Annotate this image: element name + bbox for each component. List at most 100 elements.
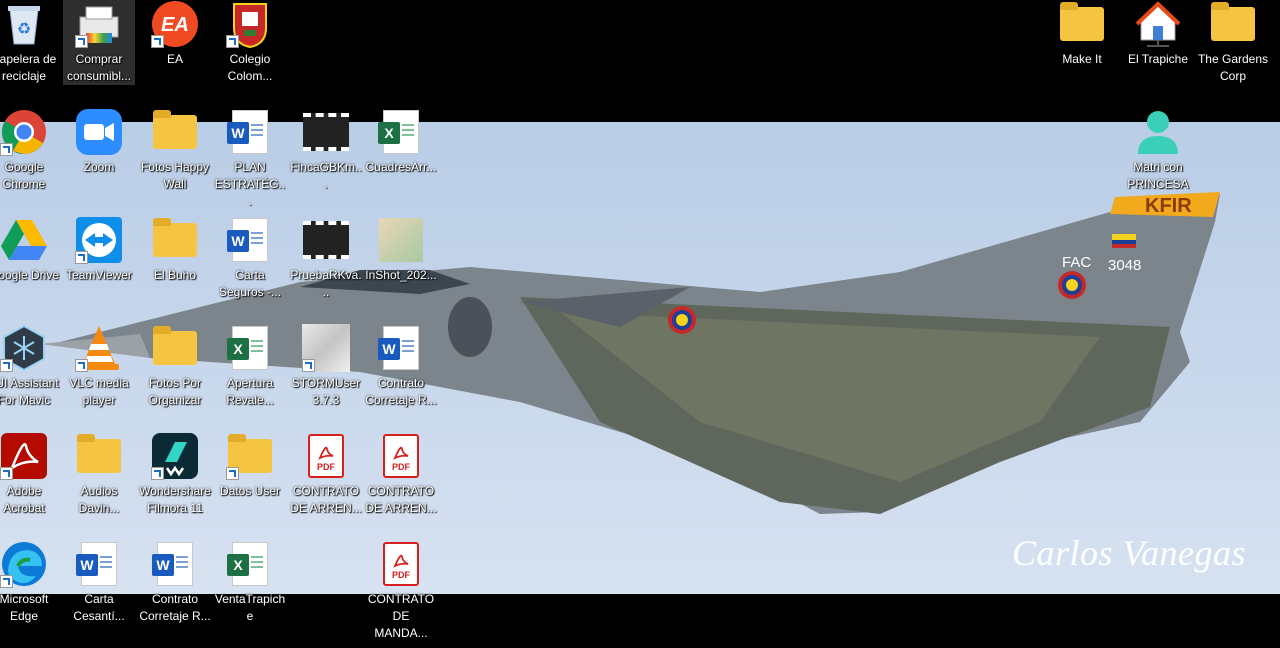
wallpaper-signature: Carlos Vanegas	[1011, 533, 1246, 573]
video-icon	[302, 216, 350, 264]
desktop-icon-fotos-por[interactable]: Fotos Por Organizar	[139, 324, 211, 409]
ea-icon: EA	[151, 0, 199, 48]
desktop-icon-cuadres[interactable]: X CuadresArr...	[365, 108, 437, 176]
desktop-icon-contrato-corretaje2[interactable]: W Contrato Corretaje R...	[139, 540, 211, 625]
desktop-icon-recycle[interactable]: ♻ Papelera de reciclaje	[0, 0, 60, 85]
video-icon	[302, 108, 350, 156]
desktop-icon-label: El Buho	[153, 268, 197, 282]
desktop-icon-label: Carta Seguros -...	[218, 268, 282, 299]
desktop-icon-make-it[interactable]: Make It	[1046, 0, 1118, 68]
shortcut-arrow-icon	[75, 359, 88, 372]
desktop-icon-label: PruebaRKva...	[290, 268, 362, 299]
acrobat-icon	[0, 432, 48, 480]
desktop-icon-label: TeamViewer	[66, 268, 132, 282]
desktop-icon-contrato-corretaje[interactable]: W Contrato Corretaje R...	[365, 324, 437, 409]
desktop-icon-label: CuadresArr...	[365, 160, 437, 174]
vlc-icon	[75, 324, 123, 372]
desktop-icon-el-trapiche[interactable]: El Trapiche	[1122, 0, 1194, 68]
desktop-icon-chrome[interactable]: Google Chrome	[0, 108, 60, 193]
shortcut-arrow-icon	[226, 467, 239, 480]
edge-icon	[0, 540, 48, 588]
pdf-icon: PDF	[302, 432, 350, 480]
folder-icon	[1058, 0, 1106, 48]
pdf-icon: PDF	[377, 540, 425, 588]
desktop-icon-label: DJI Assistant For Mavic	[0, 376, 59, 407]
word-icon: W	[226, 216, 274, 264]
word-icon: W	[75, 540, 123, 588]
desktop-icon-filmora[interactable]: Wondershare Filmora 11	[139, 432, 211, 517]
folder-icon	[1209, 0, 1257, 48]
desktop-icon-acrobat[interactable]: Adobe Acrobat	[0, 432, 60, 517]
excel-icon: X	[226, 324, 274, 372]
photo-icon	[377, 216, 425, 264]
jet-tail-code: KFIR	[1145, 195, 1192, 217]
shortcut-arrow-icon	[0, 575, 13, 588]
desktop-icon-datos-user[interactable]: Datos User	[214, 432, 286, 500]
folder-icon	[151, 324, 199, 372]
desktop-icon-carta-seguros[interactable]: W Carta Seguros -...	[214, 216, 286, 301]
folder-icon	[151, 216, 199, 264]
recycle-bin-icon: ♻	[0, 0, 48, 48]
jet-designation: FAC	[1062, 254, 1091, 271]
desktop-icon-zoom[interactable]: Zoom	[63, 108, 135, 176]
desktop-icon-label: Comprar consumibl...	[66, 52, 132, 83]
desktop-icon-label: STORMUser 3.7.3	[291, 376, 361, 407]
excel-icon: X	[377, 108, 425, 156]
shortcut-arrow-icon	[0, 467, 13, 480]
desktop-icon-apertura[interactable]: X Apertura Revale...	[214, 324, 286, 409]
desktop-icon-finca[interactable]: FincaGBKm...	[290, 108, 362, 193]
desktop-icon-label: Wondershare Filmora 11	[139, 484, 211, 515]
desktop-icon-colegio[interactable]: Colegio Colom...	[214, 0, 286, 85]
desktop-icon-gdrive[interactable]: Google Drive	[0, 216, 60, 284]
desktop-icon-label: The Gardens Corp	[1197, 52, 1269, 83]
desktop-icon-label: Apertura Revale...	[226, 376, 274, 407]
google-drive-icon	[0, 216, 48, 264]
desktop-icon-label: Make It	[1062, 52, 1102, 66]
desktop-icon-djiassistant[interactable]: DJI Assistant For Mavic	[0, 324, 60, 409]
desktop-icon-elbuho[interactable]: El Buho	[139, 216, 211, 284]
shortcut-arrow-icon	[151, 467, 164, 480]
desktop-icon-label: VLC media player	[69, 376, 129, 407]
folder-icon	[151, 108, 199, 156]
school-crest-icon	[226, 0, 274, 48]
desktop-icon-label: Contrato Corretaje R...	[365, 376, 437, 407]
desktop-icon-label: Google Chrome	[2, 160, 46, 191]
desktop-icon-edge[interactable]: Microsoft Edge	[0, 540, 60, 625]
desktop-icon-fotos-happy[interactable]: Fotos Happy Wall	[139, 108, 211, 193]
desktop-icon-inshot[interactable]: InShot_202...	[365, 216, 437, 284]
shortcut-arrow-icon	[75, 251, 88, 264]
folder-icon	[226, 432, 274, 480]
desktop-icon-label: Audios Davin...	[78, 484, 120, 515]
desktop-icon-storm[interactable]: STORMUser 3.7.3	[290, 324, 362, 409]
user-icon	[1134, 108, 1182, 156]
desktop-icon-ea[interactable]: EA EA	[139, 0, 211, 68]
desktop-icon-label: Matri con PRINCESA	[1127, 160, 1189, 191]
desktop-icon-contrato-manda[interactable]: PDF CONTRATO DE MANDA...	[365, 540, 437, 642]
desktop-icon-label: PLAN ESTRATÉG...	[214, 160, 286, 208]
filmora-icon	[151, 432, 199, 480]
desktop-icon-plan[interactable]: W PLAN ESTRATÉG...	[214, 108, 286, 210]
desktop-icon-label: FincaGBKm...	[290, 160, 362, 191]
app-icon	[302, 324, 350, 372]
desktop-icon-audios[interactable]: Audios Davin...	[63, 432, 135, 517]
desktop-icon-label: El Trapiche	[1127, 52, 1189, 66]
desktop-icon-label: Zoom	[83, 160, 115, 174]
desktop-icon-teamviewer[interactable]: TeamViewer	[63, 216, 135, 284]
desktop-icon-vlc[interactable]: VLC media player	[63, 324, 135, 409]
desktop-icon-matri[interactable]: Matri con PRINCESA	[1122, 108, 1194, 193]
desktop-icon-gardens[interactable]: The Gardens Corp	[1197, 0, 1269, 85]
svg-text:EA: EA	[161, 14, 189, 36]
desktop-icon-label: Fotos Por Organizar	[148, 376, 202, 407]
desktop-icon-label: Colegio Colom...	[227, 52, 273, 83]
desktop-icon-contrato-arren2[interactable]: PDF CONTRATO DE ARREN...	[365, 432, 437, 517]
desktop-icon-contrato-arren1[interactable]: PDF CONTRATO DE ARREN...	[290, 432, 362, 517]
shortcut-arrow-icon	[151, 35, 164, 48]
desktop-icon-label: CONTRATO DE ARREN...	[290, 484, 362, 515]
desktop-icon-ventatrapiche[interactable]: X VentaTrapiche	[214, 540, 286, 625]
desktop-icon-carta-cesanti[interactable]: W Carta Cesantí...	[63, 540, 135, 625]
desktop-icon-prueba[interactable]: PruebaRKva...	[290, 216, 362, 301]
teamviewer-icon	[75, 216, 123, 264]
desktop-icon-label: CONTRATO DE MANDA...	[367, 592, 435, 640]
desktop-icon-comprar[interactable]: Comprar consumibl...	[63, 0, 135, 85]
zoom-icon	[75, 108, 123, 156]
